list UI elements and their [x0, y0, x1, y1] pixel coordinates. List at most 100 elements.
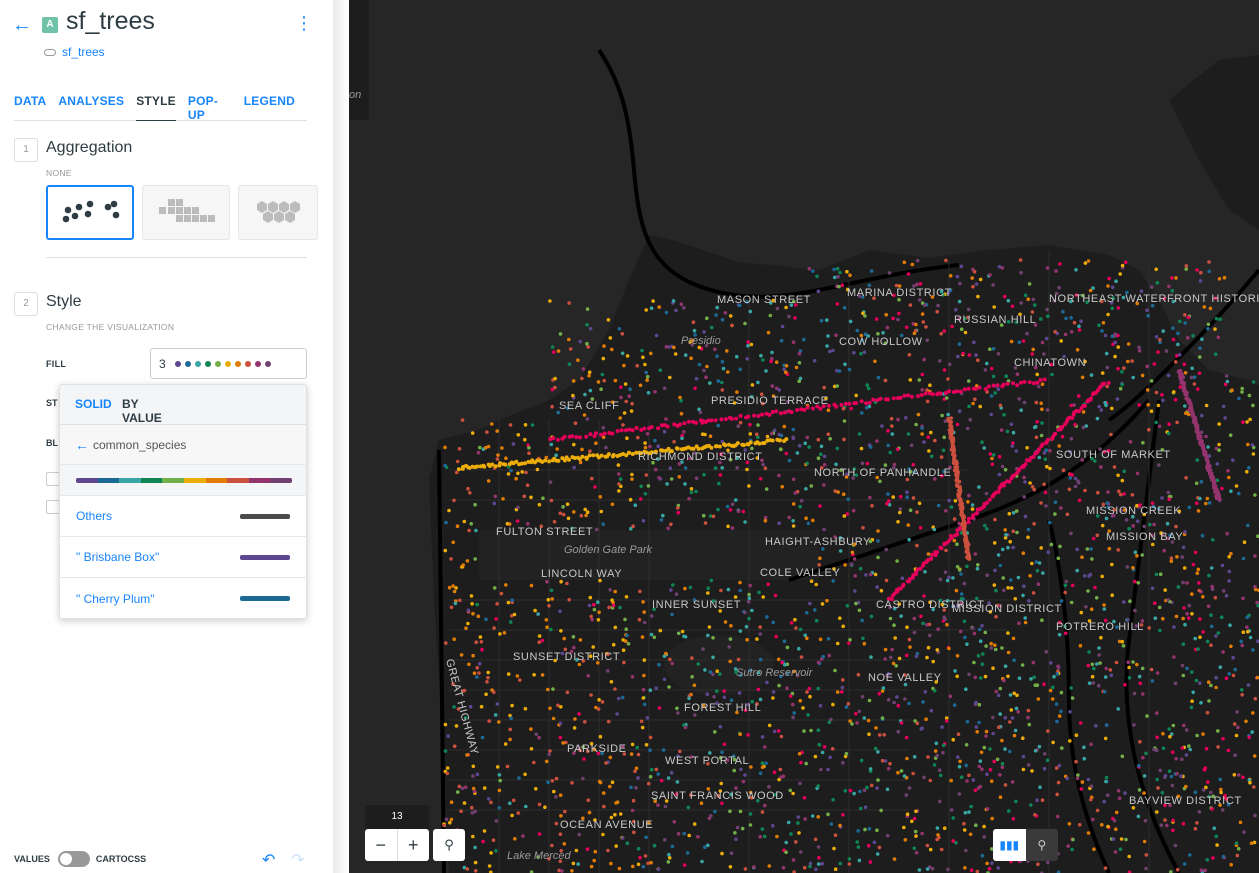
- checkbox[interactable]: [46, 472, 60, 486]
- map-canvas[interactable]: MASON STREET Presidio MARINA DISTRICT RU…: [349, 0, 1259, 873]
- tree-point: [460, 786, 465, 790]
- tree-point: [879, 808, 883, 813]
- tree-point: [585, 322, 589, 327]
- tree-point: [861, 636, 865, 641]
- zoom-in-button[interactable]: +: [396, 829, 430, 861]
- tree-point: [715, 689, 719, 693]
- tree-point: [748, 812, 753, 816]
- tree-point: [1070, 847, 1074, 852]
- dataset-name-link[interactable]: sf_trees: [62, 45, 105, 59]
- tree-point: [504, 583, 508, 587]
- tree-point: [760, 761, 765, 765]
- tree-point: [1167, 727, 1171, 731]
- tree-point: [867, 698, 872, 703]
- tab-legend[interactable]: LEGEND: [244, 92, 295, 121]
- more-options-icon[interactable]: ⋮: [295, 12, 313, 34]
- tree-point: [805, 690, 809, 694]
- tree-point: [1048, 520, 1052, 525]
- color-dot: [224, 360, 231, 367]
- tree-point: [589, 614, 593, 619]
- map-search-button[interactable]: ⚲: [433, 829, 465, 861]
- tree-point: [925, 655, 929, 660]
- tree-point: [873, 572, 878, 577]
- map-label: LINCOLN WAY: [541, 568, 622, 580]
- tree-point: [914, 851, 919, 855]
- tree-point: [741, 509, 746, 514]
- tree-point: [474, 640, 478, 644]
- tree-point: [810, 406, 815, 411]
- tree-point: [679, 302, 684, 307]
- tree-point: [516, 433, 521, 437]
- category-color-swatch[interactable]: [240, 513, 290, 519]
- tree-point: [875, 852, 880, 856]
- category-color-swatch[interactable]: [240, 554, 290, 560]
- tree-point: [1185, 581, 1189, 585]
- tree-point: [965, 779, 969, 783]
- color-ramp-selector[interactable]: [60, 465, 306, 496]
- tree-point: [1082, 403, 1087, 408]
- redo-icon[interactable]: ↷: [291, 850, 304, 870]
- tree-point: [1182, 862, 1187, 866]
- tree-point: [816, 289, 821, 294]
- tree-point: [549, 442, 554, 447]
- aggregation-option-hexagons[interactable]: [238, 185, 318, 240]
- category-row-cherry-plum[interactable]: " Cherry Plum": [60, 578, 306, 618]
- tree-point: [1010, 780, 1015, 784]
- category-row-brisbane-box[interactable]: " Brisbane Box": [60, 537, 306, 578]
- tab-data[interactable]: DATA: [14, 92, 46, 121]
- tree-point: [548, 706, 552, 711]
- tree-point: [1026, 715, 1030, 720]
- values-cartocss-toggle[interactable]: [57, 851, 90, 867]
- tree-point: [678, 395, 682, 400]
- tree-point: [917, 501, 922, 506]
- tab-style[interactable]: STYLE: [136, 92, 176, 121]
- tree-point: [475, 666, 479, 670]
- tree-point: [545, 579, 549, 584]
- tree-point: [462, 801, 467, 805]
- aggregation-option-points[interactable]: [46, 185, 134, 240]
- tree-point: [667, 852, 671, 857]
- tree-point: [1067, 487, 1072, 492]
- tree-point: [899, 769, 904, 773]
- tree-point: [1217, 442, 1221, 447]
- tree-point: [1023, 514, 1028, 519]
- tab-pop-up[interactable]: POP-UP: [188, 92, 232, 122]
- column-selector-back[interactable]: ← common_species: [60, 425, 306, 465]
- tree-point: [1063, 332, 1068, 337]
- tree-point: [1206, 322, 1211, 327]
- tab-analyses[interactable]: ANALYSES: [58, 92, 124, 121]
- tree-point: [1011, 636, 1016, 641]
- tree-point: [720, 318, 725, 322]
- tree-point: [869, 783, 874, 788]
- tree-point: [616, 463, 621, 467]
- tree-point: [1083, 261, 1088, 265]
- tree-point: [959, 264, 964, 269]
- tree-point: [840, 690, 844, 694]
- aggregation-option-squares[interactable]: [142, 185, 230, 240]
- tree-point: [606, 848, 610, 853]
- fill-color-selector[interactable]: 3: [150, 348, 307, 379]
- category-row-others[interactable]: Others: [60, 496, 306, 537]
- zoom-out-button[interactable]: −: [365, 829, 397, 861]
- basemap[interactable]: MASON STREET Presidio MARINA DISTRICT RU…: [349, 0, 1259, 873]
- tree-point: [654, 767, 659, 772]
- tree-point: [977, 702, 982, 707]
- tree-point: [1091, 681, 1096, 685]
- feature-edit-button[interactable]: ⚲: [1025, 829, 1058, 861]
- tree-point: [1143, 818, 1148, 823]
- layer-title[interactable]: sf_trees: [66, 7, 155, 36]
- tree-point: [922, 775, 926, 780]
- tree-point: [876, 750, 880, 754]
- tree-point: [1082, 745, 1086, 750]
- undo-icon[interactable]: ↶: [262, 850, 275, 870]
- tree-point: [495, 429, 499, 433]
- tab-solid[interactable]: SOLID: [75, 397, 112, 411]
- checkbox[interactable]: [46, 500, 60, 514]
- tree-point: [589, 693, 593, 697]
- back-arrow-icon[interactable]: ←: [12, 14, 34, 36]
- category-color-swatch[interactable]: [240, 596, 290, 601]
- tree-point: [858, 789, 862, 794]
- tree-point: [798, 781, 802, 786]
- widgets-view-button[interactable]: ▮▮▮: [993, 829, 1026, 861]
- tree-point: [976, 358, 980, 363]
